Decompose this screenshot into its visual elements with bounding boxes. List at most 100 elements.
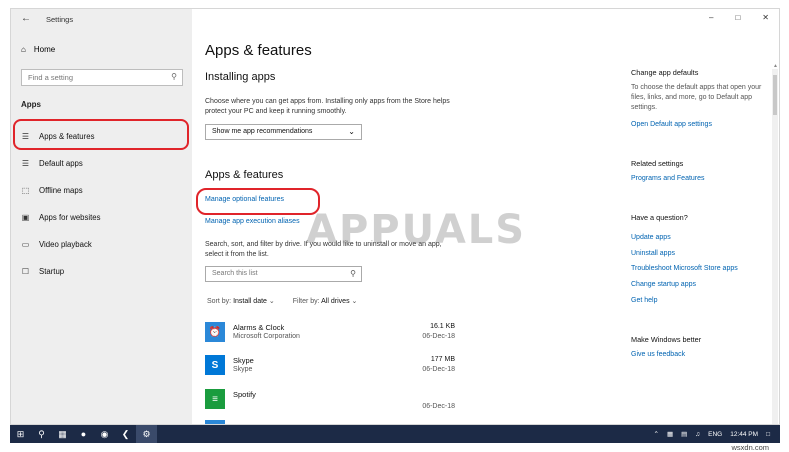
filter-dropdown[interactable]: Filter by: All drives ⌄ (293, 297, 358, 305)
change-defaults-heading: Change app defaults (631, 68, 699, 77)
question-heading: Have a question? (631, 213, 688, 222)
sidebar-item-label: Video playback (39, 239, 92, 249)
apps-features-heading: Apps & features (205, 169, 284, 181)
scrollbar-thumb[interactable] (773, 75, 777, 115)
taskbar-apps: ⊞ ⚲ ▦ ● ◉ ❮ ⚙ (10, 425, 157, 443)
language-indicator[interactable]: ENG (708, 431, 722, 438)
sidebar-item-label: Apps for websites (39, 212, 101, 222)
sidebar-item-offline-maps[interactable]: ⬚ Offline maps (21, 182, 83, 198)
chevron-down-icon: ⌄ (268, 298, 275, 305)
sidebar-item-label: Offline maps (39, 185, 83, 195)
feedback-heading: Make Windows better (631, 335, 702, 344)
system-tray: ⌃ ▦ ▤ ♫ ENG 12:44 PM □ (654, 425, 771, 443)
chrome-icon[interactable]: ● (73, 425, 94, 443)
site-watermark: wsxdn.com (731, 443, 769, 452)
manage-app-execution-aliases-link[interactable]: Manage app execution aliases (205, 218, 300, 225)
app-size: 177 MB (430, 356, 455, 363)
app-date: 06-Dec-18 (422, 366, 455, 373)
tray-chevron-up-icon[interactable]: ⌃ (654, 430, 659, 438)
skype-icon: S (205, 355, 225, 375)
page-title: Apps & features (205, 42, 312, 59)
network-icon[interactable]: ▤ (681, 430, 687, 438)
troubleshoot-store-link[interactable]: Troubleshoot Microsoft Store apps (631, 265, 738, 272)
search-icon[interactable]: ⚲ (31, 425, 52, 443)
uninstall-apps-link[interactable]: Uninstall apps (631, 250, 675, 257)
change-startup-apps-link[interactable]: Change startup apps (631, 281, 696, 288)
windows-start-icon[interactable]: ⊞ (10, 425, 31, 443)
vscode-icon[interactable]: ❮ (115, 425, 136, 443)
file-explorer-icon[interactable]: ▦ (52, 425, 73, 443)
volume-icon[interactable]: ♫ (695, 431, 700, 438)
map-icon: ⬚ (21, 185, 30, 195)
app-date: 06-Dec-18 (422, 403, 455, 410)
dropdown-value: Show me app recommendations (212, 128, 313, 135)
open-default-settings-link[interactable]: Open Default app settings (631, 121, 712, 128)
give-feedback-link[interactable]: Give us feedback (631, 351, 685, 358)
sort-label: Sort by: (207, 298, 232, 305)
sidebar-item-label: Default apps (39, 158, 83, 168)
installing-apps-description: Choose where you can get apps from. Inst… (205, 98, 450, 115)
alarm-clock-icon: ⏰ (205, 322, 225, 342)
sidebar-item-apps-features[interactable]: ☰ Apps & features (21, 128, 95, 144)
sidebar-item-default-apps[interactable]: ☰ Default apps (21, 155, 83, 171)
home-icon: ⌂ (21, 45, 26, 54)
scrollbar[interactable] (772, 69, 778, 424)
app-list-item[interactable]: ⏰ Alarms & Clock Microsoft Corporation 1… (205, 322, 455, 352)
programs-features-link[interactable]: Programs and Features (631, 175, 705, 182)
search-list-placeholder: Search this list (212, 270, 258, 277)
sidebar-item-video-playback[interactable]: ▭ Video playback (21, 236, 92, 252)
default-apps-icon: ☰ (21, 158, 30, 168)
search-list-input[interactable]: Search this list ⚲ (205, 266, 362, 282)
installing-apps-heading: Installing apps (205, 71, 276, 83)
home-nav[interactable]: ⌂ Home (21, 45, 55, 54)
paint-icon[interactable]: ◉ (94, 425, 115, 443)
related-settings-heading: Related settings (631, 159, 684, 168)
app-size: 16.1 KB (430, 323, 455, 330)
startup-icon: ☐ (21, 266, 30, 276)
sidebar: ← Settings ⌂ Home Find a setting ⚲ Apps … (11, 9, 192, 424)
filter-value: All drives (321, 298, 350, 305)
settings-window: ← Settings ⌂ Home Find a setting ⚲ Apps … (10, 8, 780, 425)
app-list-item[interactable]: ≡ Spotify 06-Dec-18 (205, 389, 455, 419)
appuals-watermark: APPUALS (306, 207, 527, 253)
get-help-link[interactable]: Get help (631, 297, 657, 304)
app-date: 06-Dec-18 (422, 333, 455, 340)
home-label: Home (33, 45, 56, 54)
chevron-down-icon: ⌄ (351, 298, 358, 305)
sidebar-item-label: Startup (39, 266, 65, 276)
related-pane: Change app defaults To choose the defaul… (631, 9, 779, 424)
website-icon: ▣ (21, 212, 30, 222)
app-list-item[interactable]: S Skype Skype 177 MB 06-Dec-18 (205, 355, 455, 385)
folder-icon[interactable]: ▦ (667, 430, 673, 438)
window-title: Settings (46, 15, 74, 24)
search-icon: ⚲ (171, 72, 177, 81)
spotify-icon: ≡ (205, 389, 225, 409)
app-publisher: Skype (233, 366, 253, 373)
update-apps-link[interactable]: Update apps (631, 234, 671, 241)
notification-icon[interactable]: □ (766, 431, 770, 438)
title-bar: ← Settings (11, 9, 192, 31)
find-setting-placeholder: Find a setting (28, 73, 74, 82)
sidebar-item-label: Apps & features (39, 131, 95, 141)
taskbar: ⊞ ⚲ ▦ ● ◉ ❮ ⚙ ⌃ ▦ ▤ ♫ ENG 12:44 PM □ (10, 425, 780, 443)
clock[interactable]: 12:44 PM (730, 431, 758, 438)
sort-dropdown[interactable]: Sort by: Install date ⌄ (207, 297, 275, 305)
manage-optional-features-link[interactable]: Manage optional features (205, 196, 284, 203)
change-defaults-text: To choose the default apps that open you… (631, 84, 762, 111)
sort-value: Install date (233, 298, 267, 305)
apps-features-icon: ☰ (21, 131, 30, 141)
sidebar-section-label: Apps (21, 100, 41, 109)
app-source-dropdown[interactable]: Show me app recommendations ⌄ (205, 124, 362, 140)
app-name: Spotify (233, 390, 256, 399)
search-icon: ⚲ (350, 269, 356, 278)
sidebar-item-startup[interactable]: ☐ Startup (21, 263, 64, 279)
video-icon: ▭ (21, 239, 30, 249)
sidebar-item-apps-for-websites[interactable]: ▣ Apps for websites (21, 209, 101, 225)
sort-filter-bar: Sort by: Install date ⌄ Filter by: All d… (207, 297, 357, 305)
back-arrow-icon[interactable]: ← (21, 13, 31, 24)
settings-gear-icon[interactable]: ⚙ (136, 425, 157, 443)
app-publisher: Microsoft Corporation (233, 333, 300, 340)
app-name: Alarms & Clock (233, 323, 285, 332)
filter-label: Filter by: (292, 298, 320, 305)
find-setting-input[interactable]: Find a setting ⚲ (21, 69, 183, 86)
